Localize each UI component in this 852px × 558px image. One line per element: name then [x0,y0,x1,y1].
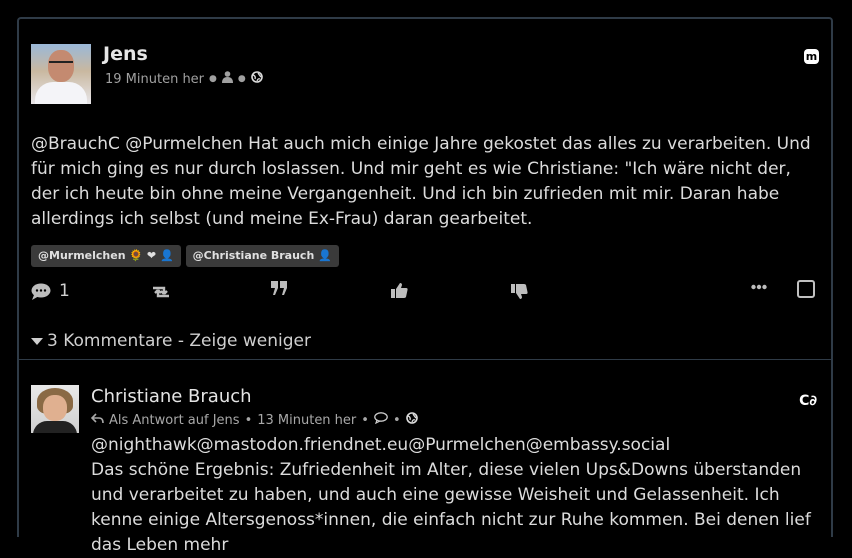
separator-dot: ● [209,74,217,84]
more-options-icon[interactable] [751,284,767,290]
post-time[interactable]: 19 Minuten her [105,72,204,87]
comments-toggle[interactable]: 3 Kommentare - Zeige weniger [31,331,311,351]
reshare-icon[interactable] [151,284,171,300]
select-checkbox[interactable] [797,280,815,298]
globe-icon [250,71,263,87]
user-icon [221,71,233,87]
globe-icon [405,412,418,428]
mastodon-icon[interactable]: m [804,49,819,64]
reply-icon [90,412,104,428]
divider [19,359,831,360]
comment-time[interactable]: 13 Minuten her [257,413,356,428]
tag-christiane-brauch[interactable]: @Christiane Brauch 👤 [185,245,339,267]
reply-to-link[interactable]: Als Antwort auf Jens [109,413,240,428]
author-name[interactable]: Jens [103,43,148,65]
separator-dot: ● [237,74,246,84]
tag-murmelchen[interactable]: @Murmelchen 🌻 ❤ 👤 [31,245,181,267]
thumbs-down-icon[interactable] [511,283,528,300]
comment-author-avatar[interactable] [31,385,79,433]
caret-down-icon [31,337,43,345]
quote-icon[interactable] [271,281,288,296]
comment-count: 1 [59,281,70,301]
action-bar: 1 [31,280,815,305]
comment-text: Das schöne Ergebnis: Zufriedenheit im Al… [91,460,811,555]
comment-icon[interactable] [31,283,51,301]
post-card: Jens 19 Minuten her ● ● m @BrauchC @Purm… [17,17,833,555]
comment-meta: Als Antwort auf Jens • 13 Minuten her • … [90,412,418,428]
separator-dot: • [361,412,369,428]
post-meta: 19 Minuten her ● ● [105,71,263,87]
thumbs-up-icon[interactable] [391,282,408,299]
separator-dot: • [244,412,253,428]
speech-bubble-icon [374,412,388,428]
comment-author-name[interactable]: Christiane Brauch [91,386,252,407]
comment-mentions[interactable]: @nighthawk@mastodon.friendnet.eu@Purmelc… [91,433,826,458]
author-avatar[interactable] [31,44,91,104]
separator-dot: • [392,412,401,428]
comments-toggle-label: 3 Kommentare - Zeige weniger [47,331,311,351]
diaspora-icon[interactable]: C∂ [799,393,817,409]
comment-body: @nighthawk@mastodon.friendnet.eu@Purmelc… [91,433,826,558]
tag-list: @Murmelchen 🌻 ❤ 👤 @Christiane Brauch 👤 [31,245,339,267]
post-body: @BrauchC @Purmelchen Hat auch mich einig… [31,134,811,229]
